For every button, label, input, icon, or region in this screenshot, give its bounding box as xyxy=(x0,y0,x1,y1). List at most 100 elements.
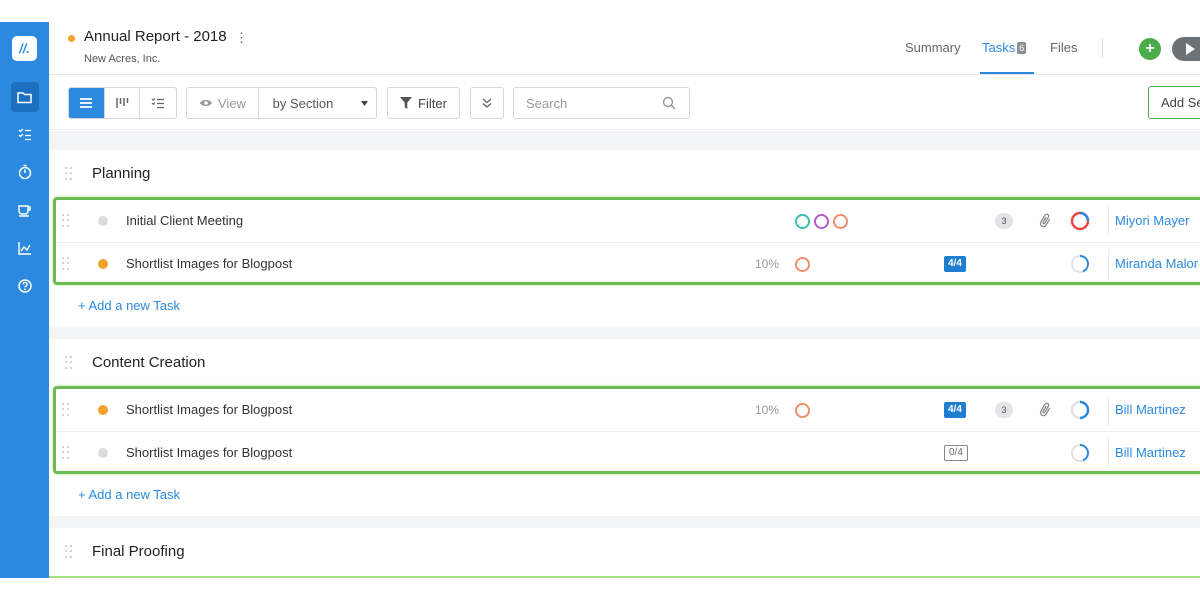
search-icon xyxy=(662,96,676,110)
task-row[interactable]: Shortlist Images for Blogpost 10% 4/4 3 … xyxy=(56,389,1200,432)
left-sidebar: //. xyxy=(0,22,49,578)
folder-icon[interactable] xyxy=(0,82,49,112)
tab-tasks[interactable]: Tasks 6 xyxy=(982,40,1027,55)
section-title: Final Proofing xyxy=(92,543,185,560)
drag-handle-icon[interactable] xyxy=(62,214,70,228)
task-row[interactable]: Initial Client Meeting 3 Miyori Mayer xyxy=(56,200,1200,243)
group-by-value: by Section xyxy=(272,95,334,111)
filter-button[interactable]: Filter xyxy=(387,87,460,119)
project-title: Annual Report - 2018 xyxy=(84,28,227,45)
view-button[interactable]: View xyxy=(187,88,259,118)
checklist-badge[interactable]: 4/4 xyxy=(944,402,966,418)
tag-circle-icon[interactable] xyxy=(795,214,810,229)
group-by-select[interactable]: by Section xyxy=(259,88,376,118)
add-section-button[interactable]: Add Se xyxy=(1148,86,1200,119)
tab-summary[interactable]: Summary xyxy=(905,40,961,55)
header-divider xyxy=(1102,39,1103,57)
stopwatch-icon[interactable] xyxy=(0,157,49,187)
list-icon xyxy=(80,98,93,108)
comments-count-badge[interactable]: 3 xyxy=(995,402,1013,418)
task-name[interactable]: Initial Client Meeting xyxy=(126,213,243,228)
drag-handle-icon[interactable] xyxy=(62,403,70,417)
collapse-all-button[interactable] xyxy=(470,87,504,119)
tasks-count-badge: 6 xyxy=(1017,42,1027,54)
task-name[interactable]: Shortlist Images for Blogpost xyxy=(126,402,292,417)
task-status-dot[interactable] xyxy=(98,216,108,226)
selected-task-group: Shortlist Images for Blogpost 10% 4/4 3 … xyxy=(53,386,1200,474)
assignee-link[interactable]: Miranda Malor xyxy=(1108,249,1200,280)
assignee-link[interactable]: Bill Martinez xyxy=(1108,438,1192,469)
tab-tasks-label: Tasks xyxy=(982,40,1016,55)
progress-ring[interactable] xyxy=(1070,254,1090,274)
task-sections-area: Planning Initial Client Meeting 3 Miyori… xyxy=(49,131,1200,578)
double-chevron-down-icon xyxy=(482,98,492,108)
section-title: Content Creation xyxy=(92,354,206,371)
task-list-icon[interactable] xyxy=(0,119,49,149)
add-task-link[interactable]: + Add a new Task xyxy=(78,487,180,502)
eye-icon xyxy=(200,100,212,106)
checklist-view-button[interactable] xyxy=(140,88,176,118)
layout-switcher xyxy=(68,87,177,119)
project-client: New Acres, Inc. xyxy=(84,53,161,65)
task-status-dot[interactable] xyxy=(98,448,108,458)
help-icon[interactable] xyxy=(0,271,49,301)
assignee-link[interactable]: Bill Martinez xyxy=(1108,395,1192,426)
filter-icon xyxy=(400,97,413,109)
task-percent: 10% xyxy=(755,257,780,271)
paperclip-icon[interactable] xyxy=(1038,401,1052,419)
play-icon xyxy=(1186,43,1195,55)
task-status-dot[interactable] xyxy=(98,405,108,415)
task-name[interactable]: Shortlist Images for Blogpost xyxy=(126,445,292,460)
view-group-control: View by Section xyxy=(186,87,377,119)
board-view-button[interactable] xyxy=(105,88,141,118)
selection-edge xyxy=(49,576,1200,578)
start-timer-button[interactable] xyxy=(1172,37,1200,61)
tag-circle-icon[interactable] xyxy=(795,403,810,418)
tasks-toolbar: View by Section Filter Search Add Se xyxy=(49,75,1200,130)
tab-files[interactable]: Files xyxy=(1050,40,1077,55)
task-status-dot[interactable] xyxy=(98,259,108,269)
search-placeholder: Search xyxy=(526,96,568,111)
add-task-link[interactable]: + Add a new Task xyxy=(78,298,180,313)
caret-down-icon xyxy=(361,100,368,106)
coffee-cup-icon[interactable] xyxy=(0,195,49,225)
checklist-badge[interactable]: 4/4 xyxy=(944,256,966,272)
project-status-dot xyxy=(68,35,75,42)
progress-ring[interactable] xyxy=(1070,211,1090,231)
tag-circle-icon[interactable] xyxy=(814,214,829,229)
app-logo[interactable]: //. xyxy=(12,36,37,61)
checklist-icon xyxy=(151,98,165,109)
board-icon xyxy=(116,98,129,108)
active-tab-indicator xyxy=(980,72,1034,74)
section-title: Planning xyxy=(92,165,151,182)
chart-icon[interactable] xyxy=(0,233,49,263)
list-view-button[interactable] xyxy=(69,88,105,118)
paperclip-icon[interactable] xyxy=(1038,212,1052,230)
view-label: View xyxy=(218,95,246,111)
project-header: Annual Report - 2018 ⋮ New Acres, Inc. S… xyxy=(49,22,1200,75)
selected-task-group: Initial Client Meeting 3 Miyori Mayer Sh… xyxy=(53,197,1200,285)
section-planning: Planning Initial Client Meeting 3 Miyori… xyxy=(49,150,1200,327)
checklist-badge[interactable]: 0/4 xyxy=(944,445,968,461)
assignee-link[interactable]: Miyori Mayer xyxy=(1108,206,1196,237)
task-row[interactable]: Shortlist Images for Blogpost 10% 4/4 Mi… xyxy=(56,243,1200,286)
task-row[interactable]: Shortlist Images for Blogpost 0/4 Bill M… xyxy=(56,432,1200,475)
drag-handle-icon[interactable] xyxy=(62,257,70,271)
task-name[interactable]: Shortlist Images for Blogpost xyxy=(126,256,292,271)
project-menu-icon[interactable]: ⋮ xyxy=(235,30,248,46)
drag-handle-icon[interactable] xyxy=(65,545,73,559)
drag-handle-icon[interactable] xyxy=(65,356,73,370)
progress-ring[interactable] xyxy=(1070,443,1090,463)
search-input[interactable]: Search xyxy=(513,87,690,119)
drag-handle-icon[interactable] xyxy=(65,167,73,181)
drag-handle-icon[interactable] xyxy=(62,446,70,460)
tag-circle-icon[interactable] xyxy=(833,214,848,229)
comments-count-badge[interactable]: 3 xyxy=(995,213,1013,229)
add-button[interactable]: + xyxy=(1139,38,1161,60)
section-final-proofing: Final Proofing xyxy=(49,528,1200,578)
task-percent: 10% xyxy=(755,403,780,417)
progress-ring[interactable] xyxy=(1070,400,1090,420)
section-content-creation: Content Creation Shortlist Images for Bl… xyxy=(49,339,1200,516)
tag-circle-icon[interactable] xyxy=(795,257,810,272)
filter-label: Filter xyxy=(418,95,447,111)
